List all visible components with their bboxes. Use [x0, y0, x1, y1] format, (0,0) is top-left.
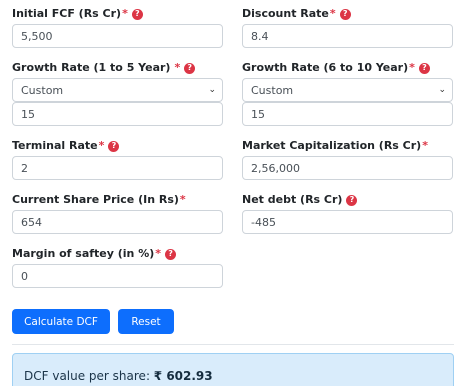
market-cap-label: Market Capitalization (Rs Cr) *	[242, 139, 428, 152]
share-price-label: Current Share Price (In Rs) *	[12, 193, 186, 206]
discount-rate-group: Discount Rate *? 8.4	[242, 6, 453, 48]
growth-1-5-select[interactable]: Custom ⌄	[12, 78, 223, 102]
discount-rate-label: Discount Rate *?	[242, 6, 453, 22]
share-price-input[interactable]: 654	[12, 210, 223, 234]
required-mark: *	[329, 7, 336, 20]
terminal-rate-input[interactable]: 2	[12, 156, 223, 180]
help-icon[interactable]: ?	[184, 62, 196, 74]
discount-rate-input[interactable]: 8.4	[242, 24, 453, 48]
required-mark: *	[155, 247, 162, 260]
help-icon[interactable]: ?	[131, 8, 143, 20]
margin-safety-label: Margin of saftey (in %) *?	[12, 246, 223, 262]
net-debt-input[interactable]: -485	[242, 210, 453, 234]
initial-fcf-group: Initial FCF (Rs Cr) *? 5,500	[12, 6, 223, 48]
growth-6-10-label: Growth Rate (6 to 10 Year) *?	[242, 60, 453, 76]
growth-1-5-input[interactable]: 15	[12, 102, 223, 126]
growth-6-10-input[interactable]: 15	[242, 102, 453, 126]
required-mark: *	[174, 61, 181, 74]
help-icon[interactable]: ?	[165, 248, 177, 260]
net-debt-group: Net debt (Rs Cr)? -485	[242, 192, 453, 234]
margin-safety-group: Margin of saftey (in %) *? 0	[12, 246, 223, 288]
required-mark: *	[179, 193, 186, 206]
required-mark: *	[422, 139, 428, 152]
required-mark: *	[409, 61, 415, 74]
market-cap-input[interactable]: 2,56,000	[242, 156, 453, 180]
help-icon[interactable]: ?	[108, 140, 120, 152]
help-icon[interactable]: ?	[418, 62, 430, 74]
growth-6-10-group: Growth Rate (6 to 10 Year) *? Custom ⌄ 15	[242, 60, 453, 126]
calculate-dcf-button[interactable]: Calculate DCF	[12, 309, 110, 334]
margin-safety-input[interactable]: 0	[12, 264, 223, 288]
terminal-rate-group: Terminal Rate *? 2	[12, 138, 223, 180]
result-value: ₹ 602.93	[153, 369, 213, 383]
initial-fcf-input[interactable]: 5,500	[12, 24, 223, 48]
divider	[12, 344, 454, 345]
required-mark: *	[122, 7, 128, 20]
share-price-group: Current Share Price (In Rs) * 654	[12, 192, 223, 234]
result-label: DCF value per share:	[24, 369, 154, 383]
help-icon[interactable]: ?	[346, 194, 358, 206]
chevron-down-icon: ⌄	[208, 85, 216, 95]
growth-1-5-label: Growth Rate (1 to 5 Year) *?	[12, 60, 223, 76]
help-icon[interactable]: ?	[339, 8, 351, 20]
result-panel: DCF value per share: ₹ 602.93	[12, 353, 454, 386]
required-mark: *	[98, 139, 105, 152]
chevron-down-icon: ⌄	[438, 85, 446, 95]
reset-button[interactable]: Reset	[118, 309, 174, 334]
market-cap-group: Market Capitalization (Rs Cr) * 2,56,000	[242, 138, 453, 180]
initial-fcf-label: Initial FCF (Rs Cr) *?	[12, 6, 223, 22]
net-debt-label: Net debt (Rs Cr)?	[242, 192, 453, 208]
growth-1-5-group: Growth Rate (1 to 5 Year) *? Custom ⌄ 15	[12, 60, 223, 126]
growth-6-10-select[interactable]: Custom ⌄	[242, 78, 453, 102]
terminal-rate-label: Terminal Rate *?	[12, 138, 223, 154]
